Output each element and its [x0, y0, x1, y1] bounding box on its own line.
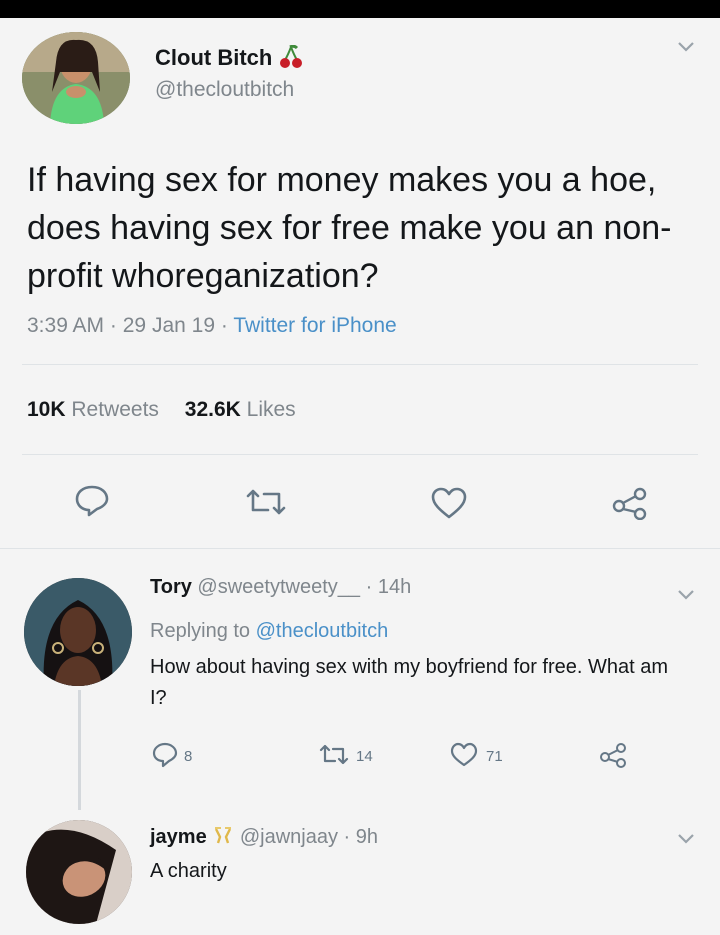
replying-to: Replying to @thecloutbitch	[150, 620, 388, 643]
reply-author-name[interactable]: Tory	[150, 576, 192, 598]
champagne-emoji-icon	[212, 827, 234, 851]
author-avatar[interactable]	[22, 32, 130, 124]
meta-separator: ·	[365, 576, 373, 598]
tweet-stats: 10K Retweets 32.6K Likes	[27, 398, 296, 422]
reply-header: jayme @jawnjaay · 9h	[150, 826, 378, 851]
thread-connector-line	[78, 690, 81, 810]
reply-author-name[interactable]: jayme	[150, 826, 207, 848]
reply-icon[interactable]	[74, 484, 110, 523]
author-name[interactable]: Clout Bitch	[155, 44, 303, 75]
retweet-icon[interactable]	[318, 744, 350, 771]
reply-text: A charity	[150, 860, 227, 882]
author-name-text[interactable]: Clout Bitch	[155, 45, 272, 70]
replying-to-handle[interactable]: @thecloutbitch	[256, 620, 389, 642]
reply-icon[interactable]	[152, 742, 178, 773]
tweet-time: 3:39 AM	[27, 314, 105, 337]
share-icon[interactable]	[610, 486, 650, 525]
retweets-label[interactable]: Retweets	[71, 398, 159, 421]
chevron-down-icon[interactable]	[676, 832, 696, 851]
meta-separator: ·	[220, 314, 228, 337]
retweet-icon[interactable]	[244, 488, 288, 521]
heart-icon[interactable]	[450, 742, 478, 773]
top-status-bar	[0, 0, 720, 18]
reply-avatar[interactable]	[26, 820, 132, 924]
cherry-emoji-icon	[280, 44, 303, 75]
reply-age: 14h	[377, 576, 412, 598]
reply-header: Tory @sweetytweety__ · 14h	[150, 576, 411, 599]
tweet-text: If having sex for money makes you a hoe,…	[27, 161, 672, 295]
reply-count: 8	[184, 748, 193, 765]
meta-separator: ·	[109, 314, 117, 337]
retweets-stat[interactable]: 10K Retweets	[27, 398, 159, 421]
reply-avatar[interactable]	[24, 578, 132, 686]
chevron-down-icon[interactable]	[676, 40, 696, 59]
divider	[22, 364, 698, 365]
like-count: 71	[486, 748, 503, 765]
heart-icon[interactable]	[430, 486, 468, 525]
share-icon[interactable]	[598, 742, 628, 773]
chevron-down-icon[interactable]	[676, 588, 696, 607]
replying-to-label: Replying to	[150, 620, 251, 642]
author-handle[interactable]: @thecloutbitch	[155, 78, 294, 102]
meta-separator: ·	[343, 826, 351, 848]
divider	[0, 548, 720, 549]
likes-stat[interactable]: 32.6K Likes	[185, 398, 296, 421]
tweet-date: 29 Jan 19	[122, 314, 215, 337]
reply-author-handle[interactable]: @sweetytweety__	[197, 576, 360, 598]
likes-count[interactable]: 32.6K	[185, 398, 241, 421]
retweet-count: 14	[356, 748, 373, 765]
reply-age: 9h	[355, 826, 379, 848]
divider	[22, 454, 698, 455]
reply-author-handle[interactable]: @jawnjaay	[240, 826, 338, 848]
retweets-count[interactable]: 10K	[27, 398, 66, 421]
tweet-detail-card: Clout Bitch @thecloutbitch If having sex…	[0, 18, 720, 935]
tweet-source-link[interactable]: Twitter for iPhone	[233, 314, 396, 337]
reply-text: How about having sex with my boyfriend f…	[150, 656, 669, 709]
likes-label[interactable]: Likes	[247, 398, 296, 421]
tweet-meta: 3:39 AM · 29 Jan 19 · Twitter for iPhone	[27, 314, 397, 338]
